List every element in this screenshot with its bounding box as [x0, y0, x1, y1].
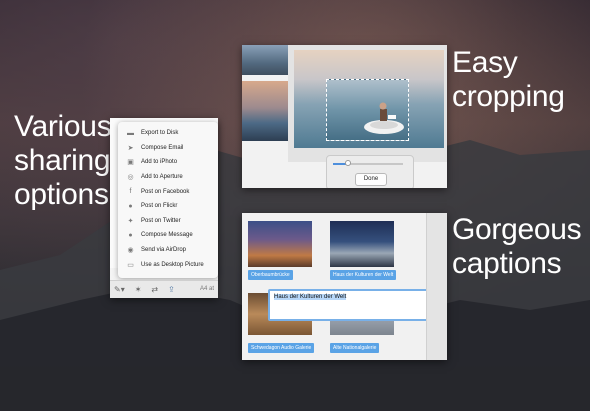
headline-cropping-text: Easy cropping	[452, 46, 565, 113]
menu-item-post-on-flickr[interactable]: ● Post on Flickr	[118, 199, 218, 214]
share-menu: ▬ Export to Disk ➤ Compose Email ▣ Add t…	[118, 122, 218, 278]
headline-cropping: Easy cropping	[452, 46, 582, 114]
menu-item-send-via-airdrop[interactable]: ◉ Send via AirDrop	[118, 243, 218, 258]
menu-item-label: Post on Twitter	[141, 217, 181, 224]
menu-item-label: Send via AirDrop	[141, 247, 187, 254]
photo-thumbnail[interactable]	[330, 221, 394, 267]
menu-item-label: Add to iPhoto	[141, 159, 178, 166]
facebook-icon: f	[129, 188, 132, 196]
menu-item-post-on-facebook[interactable]: f Post on Facebook	[118, 184, 218, 199]
menu-item-compose-message[interactable]: ● Compose Message	[118, 228, 218, 243]
magic-wand-icon[interactable]: ✶	[135, 285, 142, 294]
menu-item-label: Use as Desktop Picture	[141, 261, 204, 268]
cropping-screenshot: Done	[242, 45, 447, 188]
zoom-slider-knob[interactable]	[345, 160, 352, 166]
crop-panel: Done	[326, 155, 414, 188]
flickr-icon: ●	[128, 202, 133, 210]
headline-sharing-text: Various sharing options	[14, 110, 112, 211]
menu-item-label: Post on Flickr	[141, 203, 178, 210]
headline-captions-text: Gorgeous captions	[452, 213, 582, 280]
caption-label[interactable]: Oberbaumbrücke	[248, 270, 293, 280]
caption-editor-text: Haus der Kulturen der Welt	[274, 294, 347, 300]
folder-icon: ▬	[127, 129, 134, 137]
captions-screenshot: Oberbaumbrücke Haus der Kulturen der Wel…	[242, 213, 447, 360]
menu-item-use-as-desktop-picture[interactable]: ▭ Use as Desktop Picture	[118, 257, 218, 272]
boat-image	[364, 102, 404, 134]
menu-item-add-to-iphoto[interactable]: ▣ Add to iPhoto	[118, 155, 218, 170]
iphoto-icon: ▣	[127, 159, 134, 167]
menu-item-label: Post on Facebook	[141, 188, 190, 195]
menu-item-post-on-twitter[interactable]: ✦ Post on Twitter	[118, 214, 218, 229]
inspector-sidebar	[426, 213, 447, 360]
done-button[interactable]: Done	[355, 173, 387, 186]
sharing-screenshot: ▬ Export to Disk ➤ Compose Email ▣ Add t…	[110, 118, 218, 298]
document-toolbar: ✎▾ ✶ ⇄ ⇪ A4 at	[110, 280, 218, 298]
page-size-label[interactable]: A4 at	[200, 286, 214, 292]
twitter-icon: ✦	[127, 217, 134, 225]
shuffle-icon[interactable]: ⇄	[151, 285, 158, 294]
aperture-icon: ◎	[127, 174, 134, 182]
caption-label[interactable]: Alte Nationalgalerie	[330, 343, 380, 353]
share-icon[interactable]: ⇪	[168, 285, 175, 294]
headline-captions: Gorgeous captions	[452, 213, 582, 281]
photo-thumbnail[interactable]	[248, 221, 312, 267]
caption-editor[interactable]: Haus der Kulturen der Welt	[268, 289, 436, 321]
zoom-slider[interactable]	[333, 160, 403, 166]
menu-item-label: Compose Message	[141, 232, 193, 239]
markup-icon[interactable]: ✎▾	[114, 285, 125, 294]
menu-item-add-to-aperture[interactable]: ◎ Add to Aperture	[118, 170, 218, 185]
caption-label[interactable]: Haus der Kulturen der Welt	[330, 270, 397, 280]
menu-item-compose-email[interactable]: ➤ Compose Email	[118, 141, 218, 156]
menu-item-export-to-disk[interactable]: ▬ Export to Disk	[118, 126, 218, 141]
desktop-icon: ▭	[127, 261, 134, 269]
menu-item-label: Compose Email	[141, 144, 184, 151]
message-icon: ●	[128, 231, 133, 239]
airdrop-icon: ◉	[127, 247, 134, 255]
caption-label[interactable]: Schwedagon Audio Galerie	[248, 343, 315, 353]
photo-thumbnail[interactable]	[242, 45, 288, 75]
menu-item-label: Add to Aperture	[141, 174, 183, 181]
menu-item-label: Export to Disk	[141, 130, 179, 137]
photo-thumbnail[interactable]	[242, 81, 288, 141]
mail-icon: ➤	[127, 144, 134, 152]
headline-sharing: Various sharing options	[14, 110, 112, 212]
